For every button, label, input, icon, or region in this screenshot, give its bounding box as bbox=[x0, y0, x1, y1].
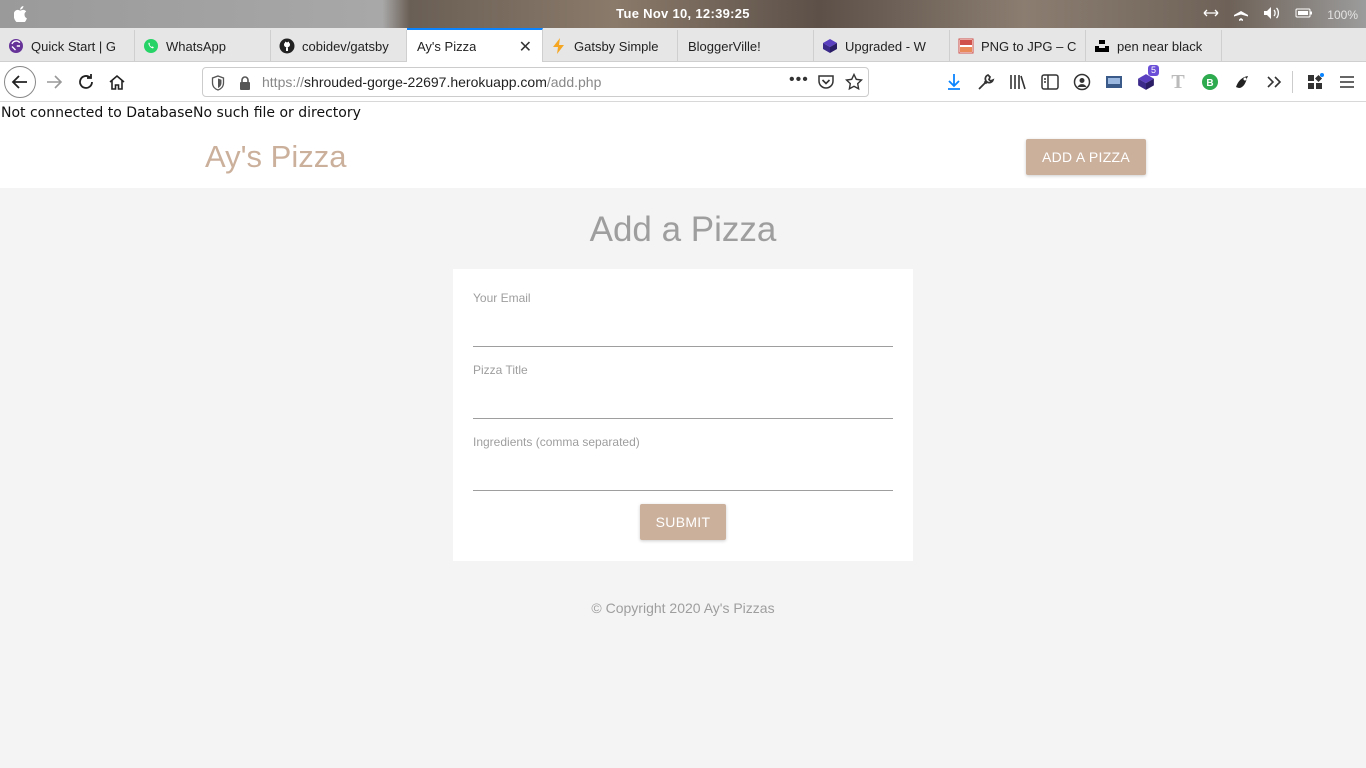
battery-icon[interactable] bbox=[1295, 7, 1313, 23]
pizza-title-input[interactable] bbox=[473, 388, 893, 416]
email-input[interactable] bbox=[473, 316, 893, 344]
whatsapp-icon bbox=[143, 38, 159, 54]
tab-upgraded[interactable]: Upgraded - W bbox=[814, 30, 950, 62]
ingredients-field: Ingredients (comma separated) bbox=[473, 435, 893, 491]
site-header: Ay's Pizza ADD A PIZZA bbox=[0, 124, 1366, 188]
database-error-message: Not connected to DatabaseNo such file or… bbox=[0, 102, 1366, 124]
tab-pen-near-black[interactable]: pen near black bbox=[1086, 30, 1222, 62]
reload-icon bbox=[79, 74, 93, 89]
tab-github-cobidev[interactable]: cobidev/gatsby bbox=[271, 30, 407, 62]
url-text[interactable]: https://shrouded-gorge-22697.herokuapp.c… bbox=[262, 74, 601, 90]
footer-copyright: © Copyright 2020 Ay's Pizzas bbox=[591, 600, 775, 616]
browser-tab-bar: Quick Start | G WhatsApp cobidev/gatsby … bbox=[0, 28, 1366, 81]
gatsby-icon bbox=[8, 38, 24, 54]
extension-cube-icon[interactable]: 5 bbox=[1136, 65, 1160, 92]
extensions-puzzle-icon[interactable] bbox=[1305, 72, 1325, 92]
site-brand-link[interactable]: Ay's Pizza bbox=[205, 139, 346, 175]
web-page: Not connected to DatabaseNo such file or… bbox=[0, 102, 1366, 768]
pocket-icon[interactable] bbox=[817, 74, 835, 95]
text-extension-icon[interactable]: T bbox=[1168, 71, 1188, 93]
email-label: Your Email bbox=[473, 291, 531, 305]
svg-text:B: B bbox=[1206, 78, 1213, 89]
airplane-mode-icon[interactable] bbox=[1233, 5, 1249, 25]
forward-button[interactable] bbox=[38, 66, 70, 98]
account-icon[interactable] bbox=[1072, 72, 1092, 92]
ingredients-label: Ingredients (comma separated) bbox=[473, 435, 640, 449]
tab-ays-pizza[interactable]: Ay's Pizza ✕ bbox=[407, 28, 543, 62]
reload-button[interactable] bbox=[70, 66, 102, 98]
paw-extension-icon[interactable] bbox=[1232, 72, 1252, 92]
page-actions-icon[interactable]: ••• bbox=[789, 71, 809, 89]
wrench-icon[interactable] bbox=[976, 72, 996, 92]
b-extension-icon[interactable]: B bbox=[1200, 72, 1220, 92]
page-title: Add a Pizza bbox=[589, 210, 777, 249]
network-arrows-icon[interactable] bbox=[1203, 7, 1219, 23]
toolbar-divider bbox=[1292, 71, 1293, 93]
close-tab-icon[interactable]: ✕ bbox=[519, 37, 532, 57]
arrow-left-icon bbox=[11, 75, 27, 89]
battery-percent: 100% bbox=[1327, 8, 1358, 22]
submit-button[interactable]: SUBMIT bbox=[640, 504, 726, 540]
tab-bloggerville[interactable]: BloggerVille! bbox=[678, 30, 814, 62]
screenshot-extension-icon[interactable] bbox=[1104, 72, 1124, 92]
add-pizza-form: Your Email Pizza Title Ingredients (comm… bbox=[453, 269, 913, 561]
cube-icon bbox=[822, 38, 838, 54]
lightning-icon bbox=[551, 38, 567, 54]
hamburger-menu-icon[interactable] bbox=[1337, 72, 1357, 92]
arrow-right-icon bbox=[47, 75, 63, 89]
back-button[interactable] bbox=[4, 66, 36, 98]
pizza-title-field: Pizza Title bbox=[473, 363, 893, 419]
os-menu-bar: Tue Nov 10, 12:39:25 100% bbox=[0, 0, 1366, 28]
tab-quick-start[interactable]: Quick Start | G bbox=[0, 30, 135, 62]
pizza-title-label: Pizza Title bbox=[473, 363, 528, 377]
browser-nav-bar: https://shrouded-gorge-22697.herokuapp.c… bbox=[0, 62, 1366, 102]
tab-gatsby-simple[interactable]: Gatsby Simple bbox=[543, 30, 678, 62]
system-clock[interactable]: Tue Nov 10, 12:39:25 bbox=[0, 6, 1366, 21]
email-field: Your Email bbox=[473, 291, 893, 347]
overflow-chevrons-icon[interactable] bbox=[1264, 72, 1284, 92]
png-jpg-icon bbox=[958, 38, 974, 54]
downloads-icon[interactable] bbox=[944, 72, 964, 92]
library-icon[interactable] bbox=[1008, 72, 1028, 92]
home-icon bbox=[109, 74, 125, 90]
bookmark-star-icon[interactable] bbox=[844, 72, 864, 96]
home-button[interactable] bbox=[101, 66, 133, 98]
extension-badge: 5 bbox=[1148, 65, 1160, 76]
github-icon bbox=[279, 38, 295, 54]
add-pizza-button[interactable]: ADD A PIZZA bbox=[1026, 139, 1146, 175]
sidebar-icon[interactable] bbox=[1040, 72, 1060, 92]
tab-whatsapp[interactable]: WhatsApp bbox=[135, 30, 271, 62]
volume-icon[interactable] bbox=[1263, 6, 1281, 24]
url-bar[interactable]: https://shrouded-gorge-22697.herokuapp.c… bbox=[202, 67, 869, 97]
tracking-shield-icon[interactable] bbox=[211, 75, 225, 96]
system-tray: 100% bbox=[1203, 5, 1358, 25]
lock-icon[interactable] bbox=[239, 75, 251, 96]
unsplash-icon bbox=[1094, 38, 1110, 54]
tab-png-to-jpg[interactable]: PNG to JPG – C bbox=[950, 30, 1086, 62]
ingredients-input[interactable] bbox=[473, 460, 893, 488]
